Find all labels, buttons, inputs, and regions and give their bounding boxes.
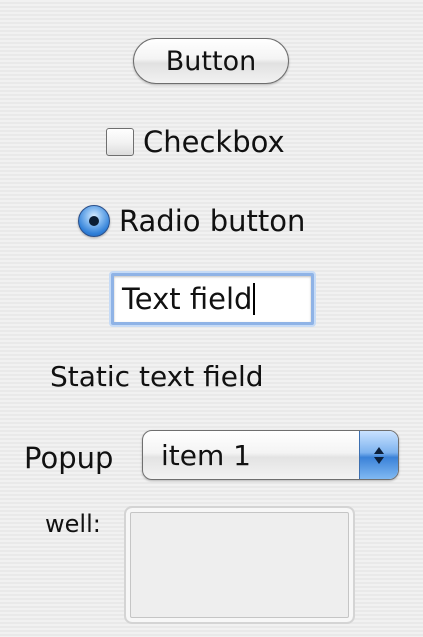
static-text-field: Static text field bbox=[50, 360, 264, 393]
text-field[interactable]: Text field bbox=[111, 273, 314, 325]
checkbox-box[interactable] bbox=[106, 128, 134, 156]
arrow-down-icon bbox=[374, 456, 384, 464]
radio-label: Radio button bbox=[119, 204, 306, 238]
checkbox-label: Checkbox bbox=[143, 125, 285, 159]
checkbox[interactable]: Checkbox bbox=[106, 122, 285, 162]
radio-button[interactable]: Radio button bbox=[78, 200, 305, 242]
popup-selected-value: item 1 bbox=[161, 438, 251, 472]
text-cursor bbox=[253, 283, 256, 315]
popup-arrows-icon bbox=[359, 431, 398, 479]
well-label: well: bbox=[45, 510, 101, 538]
arrow-up-icon bbox=[374, 446, 384, 454]
popup-label: Popup bbox=[24, 441, 114, 475]
radio-selected-dot bbox=[89, 216, 99, 226]
color-well[interactable] bbox=[124, 506, 355, 624]
popup-button[interactable]: item 1 bbox=[142, 430, 399, 480]
radio-indicator[interactable] bbox=[78, 205, 110, 237]
text-field-value: Text field bbox=[122, 282, 253, 316]
push-button[interactable]: Button bbox=[133, 38, 289, 84]
